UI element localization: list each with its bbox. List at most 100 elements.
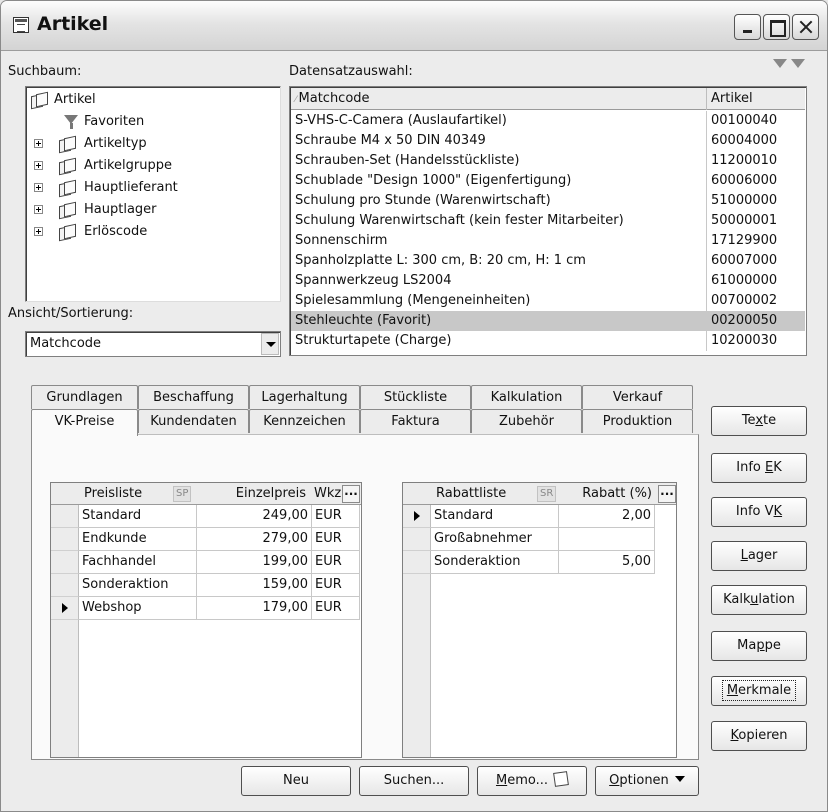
discount-columns-more-button[interactable]: ... (658, 485, 676, 503)
row-indicator[interactable] (51, 597, 79, 620)
row-indicator[interactable] (403, 505, 431, 528)
discount-row[interactable]: Standard 2,00 (403, 505, 676, 528)
discount-value-cell[interactable]: 5,00 (559, 551, 655, 574)
expand-icon[interactable] (34, 139, 43, 148)
expand-icon[interactable] (34, 205, 43, 214)
tab-kennzeichen[interactable]: Kennzeichen (249, 409, 360, 433)
close-button[interactable] (792, 14, 819, 40)
column-header-artikel[interactable]: Artikel (707, 88, 806, 110)
minimize-button[interactable] (734, 14, 761, 40)
price-row[interactable]: Endkunde 279,00 EUR (51, 528, 361, 551)
row-indicator[interactable] (403, 528, 431, 551)
table-row[interactable]: Strukturtapete (Charge) 10200030 (291, 331, 805, 351)
table-row[interactable]: Stehleuchte (Favorit) 00200050 (291, 311, 805, 331)
row-indicator[interactable] (51, 574, 79, 597)
mappe-button[interactable]: Mappe (711, 631, 807, 661)
expand-icon[interactable] (34, 183, 43, 192)
price-row[interactable]: Standard 249,00 EUR (51, 505, 361, 528)
tab-grundlagen[interactable]: Grundlagen (31, 385, 138, 409)
column-header-preisliste[interactable]: Preisliste (81, 483, 171, 505)
memo-button[interactable]: Memo... (477, 766, 587, 796)
discount-value-cell[interactable]: 2,00 (559, 505, 655, 528)
currency-cell[interactable]: EUR (312, 505, 360, 528)
table-row[interactable]: Schulung Warenwirtschaft (kein fester Mi… (291, 211, 805, 231)
discount-list-name-cell[interactable]: Großabnehmer (431, 528, 559, 551)
row-indicator[interactable] (403, 551, 431, 574)
column-header-wkz[interactable]: Wkz (311, 483, 345, 505)
tab-verkauf[interactable]: Verkauf (582, 385, 693, 409)
discount-list-grid[interactable]: Rabattliste SR Rabatt (%) ... Standard 2,… (402, 482, 677, 758)
table-row[interactable]: Schublade "Design 1000" (Eigenfertigung)… (291, 171, 805, 191)
price-list-grid[interactable]: Preisliste SP Einzelpreis Wkz ... Standa… (50, 482, 362, 758)
price-list-name-cell[interactable]: Webshop (79, 597, 197, 620)
tab-beschaffung[interactable]: Beschaffung (138, 385, 249, 409)
table-row[interactable]: Spielesammlung (Mengeneinheiten) 00700002 (291, 291, 805, 311)
price-columns-more-button[interactable]: ... (342, 485, 360, 503)
currency-cell[interactable]: EUR (312, 597, 360, 620)
texte-button[interactable]: Texte (711, 406, 807, 436)
row-indicator[interactable] (51, 528, 79, 551)
discount-list-name-cell[interactable]: Sonderaktion (431, 551, 559, 574)
sr-button[interactable]: SR (537, 486, 557, 502)
merkmale-button[interactable]: Merkmale (711, 676, 807, 706)
price-list-name-cell[interactable]: Fachhandel (79, 551, 197, 574)
price-list-name-cell[interactable]: Standard (79, 505, 197, 528)
row-indicator[interactable] (51, 505, 79, 528)
discount-value-cell[interactable] (559, 528, 655, 551)
lager-button[interactable]: Lager (711, 541, 807, 571)
tab-faktura[interactable]: Faktura (360, 409, 471, 433)
tab-lagerhaltung[interactable]: Lagerhaltung (249, 385, 360, 409)
tab-produktion[interactable]: Produktion (582, 409, 693, 433)
column-header-einzelpreis[interactable]: Einzelpreis (199, 483, 309, 505)
row-indicator[interactable] (51, 551, 79, 574)
table-row[interactable]: Schraube M4 x 50 DIN 40349 60004000 (291, 131, 805, 151)
table-row[interactable]: S-VHS-C-Camera (Auslaufartikel) 00100040 (291, 111, 805, 131)
tab-vk-preise[interactable]: VK-Preise (31, 409, 138, 436)
column-header-rabatt[interactable]: Rabatt (%) (563, 483, 655, 505)
price-value-cell[interactable]: 179,00 (197, 597, 312, 620)
price-row[interactable]: Fachhandel 199,00 EUR (51, 551, 361, 574)
table-row[interactable]: Schrauben-Set (Handelsstückliste) 1120001… (291, 151, 805, 171)
neu-button[interactable]: Neu (241, 766, 351, 796)
price-value-cell[interactable]: 279,00 (197, 528, 312, 551)
sort-select[interactable]: Matchcode (25, 331, 281, 357)
tab-zubehör[interactable]: Zubehör (471, 409, 582, 433)
info-ek-button[interactable]: Info EK (711, 453, 807, 483)
info-vk-button[interactable]: Info VK (711, 497, 807, 527)
currency-cell[interactable]: EUR (312, 551, 360, 574)
search-tree[interactable]: Artikel Favoriten Artikeltyp Artikelgruppe H… (25, 86, 281, 302)
suchen-button[interactable]: Suchen... (359, 766, 469, 796)
expand-icon[interactable] (34, 227, 43, 236)
chevron-down-icon[interactable] (261, 333, 279, 355)
price-row[interactable]: Sonderaktion 159,00 EUR (51, 574, 361, 597)
price-value-cell[interactable]: 199,00 (197, 551, 312, 574)
record-grid[interactable]: ⁄ Matchcode Artikel S-VHS-C-Camera (Ausla… (289, 86, 807, 356)
discount-row[interactable]: Sonderaktion 5,00 (403, 551, 676, 574)
table-row[interactable]: Spanholzplatte L: 300 cm, B: 20 cm, H: 1… (291, 251, 805, 271)
table-row[interactable]: Spannwerkzeug LS2004 61000000 (291, 271, 805, 291)
price-value-cell[interactable]: 159,00 (197, 574, 312, 597)
column-header-rabattliste[interactable]: Rabattliste (433, 483, 523, 505)
tab-kundendaten[interactable]: Kundendaten (138, 409, 249, 433)
price-list-name-cell[interactable]: Sonderaktion (79, 574, 197, 597)
tab-stückliste[interactable]: Stückliste (360, 385, 471, 409)
maximize-button[interactable] (763, 14, 790, 40)
kalkulation-button[interactable]: Kalkulation (711, 585, 807, 615)
currency-cell[interactable]: EUR (312, 574, 360, 597)
column-header-matchcode[interactable]: ⁄ Matchcode (291, 88, 707, 110)
table-row[interactable]: Sonnenschirm 17129900 (291, 231, 805, 251)
filter-icon[interactable] (773, 59, 787, 68)
price-value-cell[interactable]: 249,00 (197, 505, 312, 528)
sp-button[interactable]: SP (173, 486, 192, 502)
filter-toggle-icons[interactable] (773, 57, 813, 77)
discount-list-name-cell[interactable]: Standard (431, 505, 559, 528)
expand-icon[interactable] (34, 161, 43, 170)
title-bar[interactable]: Artikel (1, 1, 827, 51)
table-row[interactable]: Schulung pro Stunde (Warenwirtschaft) 510… (291, 191, 805, 211)
optionen-button[interactable]: Optionen (595, 766, 699, 796)
discount-row[interactable]: Großabnehmer (403, 528, 676, 551)
price-row[interactable]: Webshop 179,00 EUR (51, 597, 361, 620)
filter-clear-icon[interactable] (791, 59, 805, 68)
price-list-name-cell[interactable]: Endkunde (79, 528, 197, 551)
tab-kalkulation[interactable]: Kalkulation (471, 385, 582, 409)
